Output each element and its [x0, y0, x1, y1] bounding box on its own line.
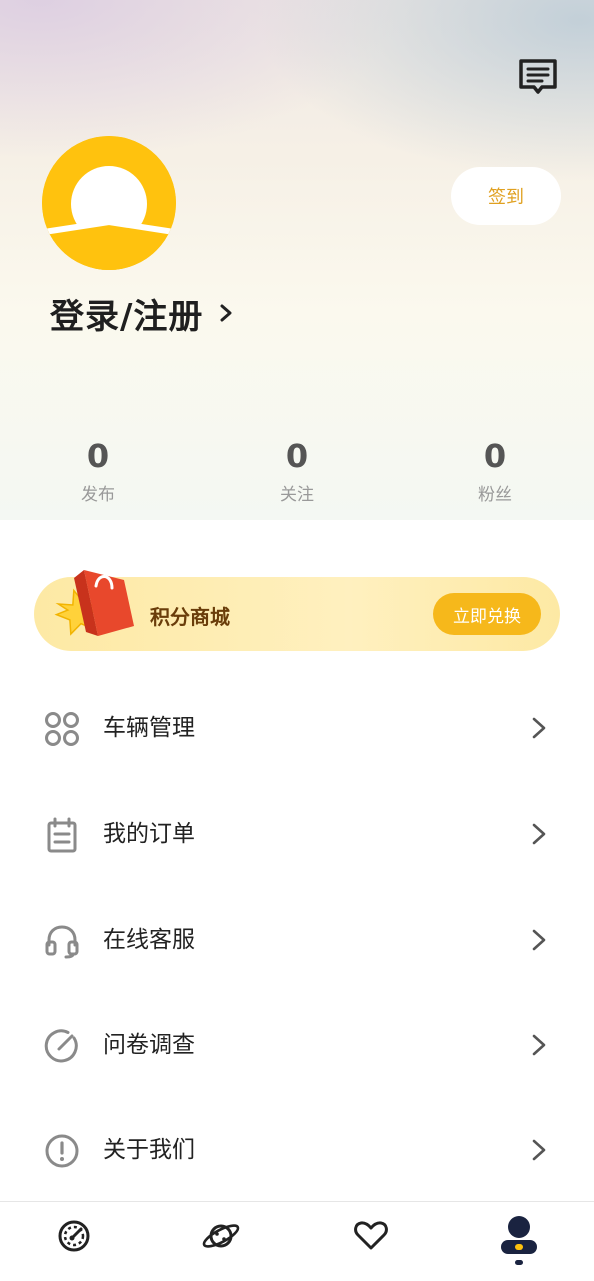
dashboard-icon — [58, 1220, 90, 1252]
grid-icon — [45, 712, 79, 746]
headset-icon — [45, 925, 79, 959]
shopping-bag-icon — [46, 556, 142, 648]
menu-item-about-us[interactable]: 关于我们 — [0, 1103, 594, 1193]
planet-icon — [202, 1224, 240, 1248]
menu-item-label: 问卷调查 — [103, 1032, 195, 1058]
menu-item-label: 车辆管理 — [103, 715, 195, 741]
survey-icon — [44, 1029, 78, 1063]
chevron-right-icon — [532, 929, 546, 951]
chevron-right-icon — [532, 823, 546, 845]
chevron-right-icon — [532, 1034, 546, 1056]
points-mall-title: 积分商城 — [150, 605, 230, 629]
menu-item-label: 关于我们 — [103, 1137, 195, 1163]
nav-explore[interactable] — [199, 1214, 243, 1268]
bottom-nav — [0, 1201, 594, 1281]
menu-item-label: 在线客服 — [103, 927, 195, 953]
menu-item-label: 我的订单 — [103, 821, 195, 847]
checkin-button[interactable]: 签到 — [451, 167, 561, 225]
chevron-right-icon — [532, 1139, 546, 1161]
stat-fans-label: 粉丝 — [478, 485, 512, 505]
avatar[interactable] — [42, 136, 176, 270]
stat-following-label: 关注 — [280, 485, 314, 505]
nav-dashboard[interactable] — [52, 1214, 96, 1268]
login-register-label: 登录/注册 — [50, 296, 204, 337]
stats-row: 0 发布 0 关注 0 粉丝 — [0, 436, 594, 506]
stat-posts-label: 发布 — [81, 485, 115, 505]
login-register-link[interactable]: 登录/注册 — [50, 288, 237, 338]
nav-profile[interactable] — [497, 1214, 541, 1268]
stat-following-value: 0 — [285, 437, 309, 475]
info-icon — [45, 1134, 79, 1168]
stat-posts[interactable]: 0 发布 — [38, 436, 158, 505]
stat-posts-value: 0 — [86, 437, 110, 475]
profile-icon — [501, 1216, 537, 1265]
stat-fans[interactable]: 0 粉丝 — [435, 436, 555, 505]
menu-item-online-service[interactable]: 在线客服 — [0, 893, 594, 983]
menu-item-survey[interactable]: 问卷调查 — [0, 998, 594, 1088]
nav-favorites[interactable] — [349, 1214, 393, 1268]
menu-item-vehicle-management[interactable]: 车辆管理 — [0, 681, 594, 771]
stat-following[interactable]: 0 关注 — [237, 436, 357, 505]
clipboard-icon — [47, 817, 77, 853]
redeem-now-button[interactable]: 立即兑换 — [433, 593, 541, 635]
chevron-right-icon — [532, 717, 546, 739]
menu-item-my-orders[interactable]: 我的订单 — [0, 787, 594, 877]
chevron-right-icon — [220, 304, 232, 322]
message-icon[interactable] — [516, 56, 560, 100]
heart-icon — [354, 1221, 388, 1250]
stat-fans-value: 0 — [483, 437, 507, 475]
